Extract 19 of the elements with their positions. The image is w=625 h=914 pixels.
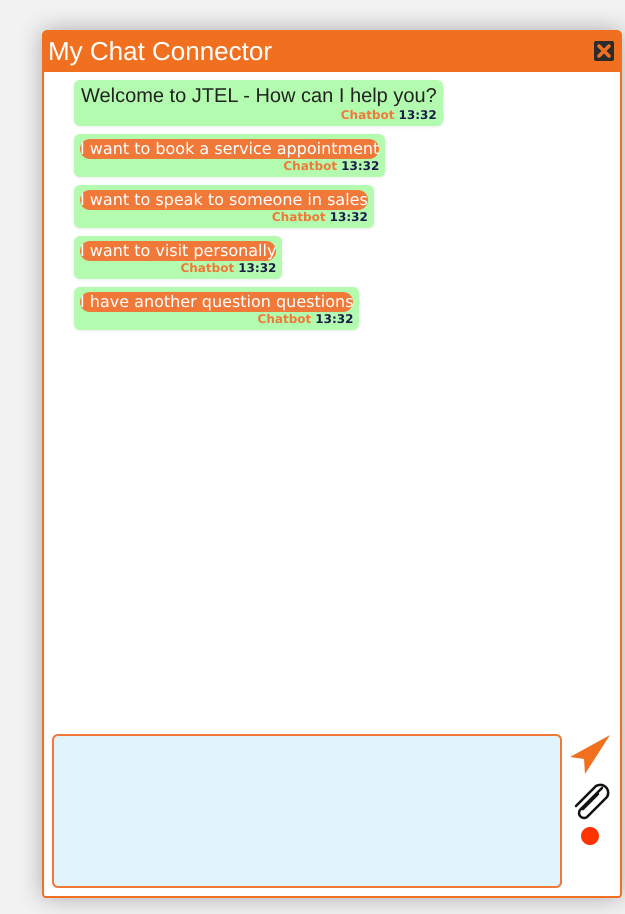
sender-name: Chatbot xyxy=(272,210,326,224)
message-time: 13:32 xyxy=(341,159,380,173)
option-button[interactable]: I want to visit personally xyxy=(80,241,276,261)
message-time: 13:32 xyxy=(315,312,354,326)
sender-name: Chatbot xyxy=(340,108,395,122)
message-time: 13:32 xyxy=(238,261,276,275)
option-button[interactable]: I have another question questions xyxy=(80,292,354,312)
sender-name: Chatbot xyxy=(258,312,312,326)
sender-name: Chatbot xyxy=(283,159,338,173)
record-icon[interactable] xyxy=(580,826,600,846)
message-text: Welcome to JTEL - How can I help you? xyxy=(80,85,437,108)
sender-name: Chatbot xyxy=(180,261,234,275)
option-button[interactable]: I want to speak to someone in sales xyxy=(80,190,368,210)
message-time: 13:32 xyxy=(398,108,437,122)
message-input[interactable] xyxy=(52,734,562,888)
option-button[interactable]: I want to book a service appointment xyxy=(80,139,380,159)
close-icon[interactable] xyxy=(594,41,614,61)
message-time: 13:32 xyxy=(330,210,368,224)
window-title: My Chat Connector xyxy=(48,36,272,66)
